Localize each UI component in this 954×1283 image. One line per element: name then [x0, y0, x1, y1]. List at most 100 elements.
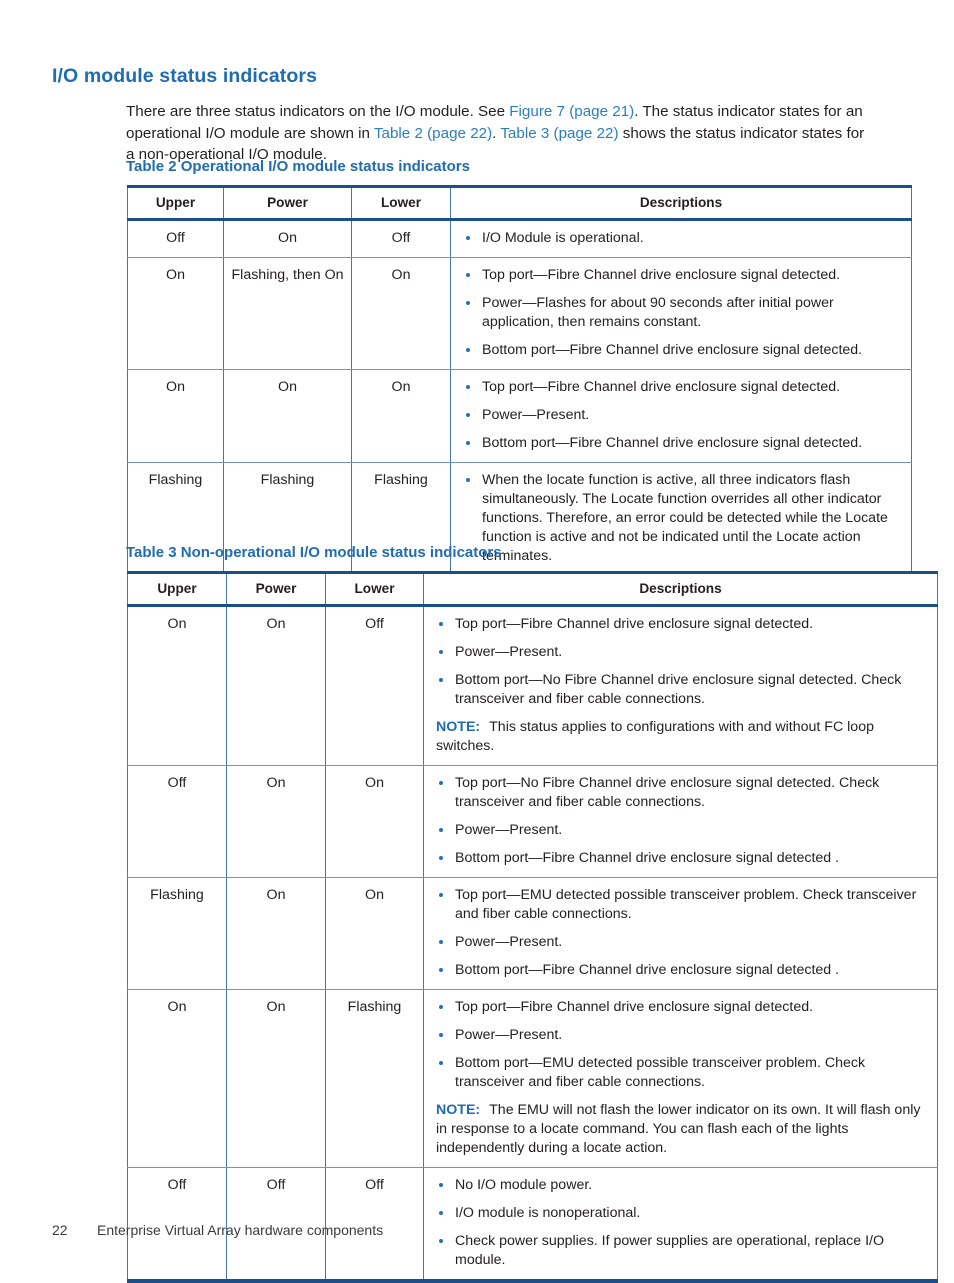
cell-descriptions: Top port—No Fibre Channel drive enclosur… — [423, 765, 938, 878]
cell-power: On — [226, 605, 326, 766]
cell-upper: On — [127, 989, 227, 1168]
column-header-upper: Upper — [127, 185, 224, 221]
cell-descriptions: When the locate function is active, all … — [450, 462, 912, 579]
cell-descriptions: No I/O module power. I/O module is nonope… — [423, 1167, 938, 1283]
table-row: On Flashing, then On On Top port—Fibre Chan… — [127, 257, 912, 370]
cell-lower: On — [351, 257, 451, 370]
description-bullet: No I/O module power. — [436, 1176, 928, 1195]
cell-lower: On — [325, 765, 424, 878]
description-bullet: Bottom port—Fibre Channel drive enclosur… — [436, 849, 928, 868]
document-page: I/O module status indicators There are t… — [0, 0, 954, 1283]
cell-descriptions: Top port—Fibre Channel drive enclosure s… — [450, 369, 912, 463]
description-bullet: Top port—Fibre Channel drive enclosure s… — [436, 615, 928, 634]
cross-reference-figure-7[interactable]: Figure 7 (page 21) — [509, 103, 634, 120]
cell-lower: Off — [351, 219, 451, 258]
description-bullet: Power—Present. — [436, 821, 928, 840]
cell-power: On — [226, 877, 326, 990]
cell-power: On — [226, 989, 326, 1168]
description-bullet: Top port—No Fibre Channel drive enclosur… — [436, 774, 928, 812]
description-bullet: I/O module is nonoperational. — [436, 1204, 928, 1223]
table-row: Off On Off I/O Module is operational. — [127, 219, 912, 258]
description-bullet: Bottom port—No Fibre Channel drive enclo… — [436, 671, 928, 709]
cell-power: Flashing, then On — [223, 257, 352, 370]
cell-lower: Off — [325, 605, 424, 766]
page-footer: 22 Enterprise Virtual Array hardware comp… — [52, 1222, 383, 1238]
table-row: On On On Top port—Fibre Channel drive enclo… — [127, 369, 912, 463]
cell-power: On — [223, 219, 352, 258]
description-bullet: Bottom port—Fibre Channel drive enclosur… — [436, 961, 928, 980]
description-bullet: Top port—Fibre Channel drive enclosure s… — [436, 998, 928, 1017]
cell-descriptions: Top port—Fibre Channel drive enclosure s… — [423, 605, 938, 766]
description-bullet: Power—Present. — [436, 643, 928, 662]
table-3-head: Upper Power Lower Descriptions — [127, 571, 938, 607]
intro-text-part-1: There are three status indicators on the… — [126, 103, 510, 121]
table-2-header-row: Upper Power Lower Descriptions — [127, 185, 912, 221]
note-block: NOTE: The EMU will not flash the lower in… — [436, 1101, 928, 1158]
description-bullet: I/O Module is operational. — [463, 229, 902, 248]
note-label: NOTE: — [436, 1102, 481, 1118]
description-bullet: Top port—EMU detected possible transceiv… — [436, 886, 928, 924]
cell-lower: On — [351, 369, 451, 463]
cell-power: On — [226, 765, 326, 878]
description-bullet-list: No I/O module power. I/O module is nonope… — [436, 1176, 928, 1270]
note-text: The EMU will not flash the lower indicat… — [436, 1102, 921, 1156]
description-bullet: Power—Flashes for about 90 seconds after… — [463, 294, 902, 332]
cross-reference-table-2[interactable]: Table 2 (page 22) — [374, 125, 492, 142]
table-3-header-row: Upper Power Lower Descriptions — [127, 571, 938, 607]
description-bullet-list: Top port—Fibre Channel drive enclosure s… — [436, 998, 928, 1092]
description-bullet: Bottom port—Fibre Channel drive enclosur… — [463, 434, 902, 453]
table-row: Flashing On On Top port—EMU detected possib… — [127, 877, 938, 990]
description-bullet: When the locate function is active, all … — [463, 471, 902, 566]
description-bullet-list: When the locate function is active, all … — [463, 471, 902, 566]
non-operational-status-table: Upper Power Lower Descriptions On On Off To… — [127, 571, 938, 1283]
cross-reference-table-3[interactable]: Table 3 (page 22) — [500, 125, 618, 142]
description-bullet-list: I/O Module is operational. — [463, 229, 902, 248]
description-bullet: Power—Present. — [463, 406, 902, 425]
cell-upper: Off — [127, 765, 227, 878]
page-title: I/O module status indicators — [52, 65, 318, 88]
description-bullet: Power—Present. — [436, 933, 928, 952]
cell-lower: Flashing — [325, 989, 424, 1168]
column-header-lower: Lower — [351, 185, 451, 221]
description-bullet: Power—Present. — [436, 1026, 928, 1045]
column-header-power: Power — [226, 571, 326, 607]
cell-lower: On — [325, 877, 424, 990]
description-bullet: Check power supplies. If power supplies … — [436, 1232, 928, 1270]
description-bullet: Bottom port—EMU detected possible transc… — [436, 1054, 928, 1092]
cell-upper: Off — [127, 219, 224, 258]
table-2-caption: Table 2 Operational I/O module status in… — [126, 158, 470, 175]
description-bullet: Top port—Fibre Channel drive enclosure s… — [463, 266, 902, 285]
table-row: Off On On Top port—No Fibre Channel drive e… — [127, 765, 938, 878]
column-header-descriptions: Descriptions — [450, 185, 912, 221]
footer-chapter-title: Enterprise Virtual Array hardware compon… — [97, 1222, 384, 1238]
description-bullet: Top port—Fibre Channel drive enclosure s… — [463, 378, 902, 397]
cell-descriptions: Top port—Fibre Channel drive enclosure s… — [423, 989, 938, 1168]
description-bullet-list: Top port—Fibre Channel drive enclosure s… — [463, 378, 902, 453]
table-3-body: On On Off Top port—Fibre Channel drive encl… — [127, 605, 938, 1283]
table-row: On On Off Top port—Fibre Channel drive encl… — [127, 605, 938, 766]
table-3-caption: Table 3 Non-operational I/O module statu… — [126, 544, 502, 561]
description-bullet-list: Top port—Fibre Channel drive enclosure s… — [463, 266, 902, 360]
cell-upper: Flashing — [127, 877, 227, 990]
description-bullet-list: Top port—No Fibre Channel drive enclosur… — [436, 774, 928, 868]
cell-descriptions: Top port—Fibre Channel drive enclosure s… — [450, 257, 912, 370]
intro-paragraph: There are three status indicators on the… — [126, 101, 866, 166]
column-header-power: Power — [223, 185, 352, 221]
column-header-lower: Lower — [325, 571, 424, 607]
table-row: On On Flashing Top port—Fibre Channel drive… — [127, 989, 938, 1168]
description-bullet: Bottom port—Fibre Channel drive enclosur… — [463, 341, 902, 360]
cell-descriptions: I/O Module is operational. — [450, 219, 912, 258]
cell-descriptions: Top port—EMU detected possible transceiv… — [423, 877, 938, 990]
operational-status-table: Upper Power Lower Descriptions Off On Off I… — [127, 185, 912, 579]
table-2-body: Off On Off I/O Module is operational. On Flas… — [127, 219, 912, 579]
column-header-upper: Upper — [127, 571, 227, 607]
footer-page-number: 22 — [52, 1222, 68, 1238]
description-bullet-list: Top port—EMU detected possible transceiv… — [436, 886, 928, 980]
column-header-descriptions: Descriptions — [423, 571, 938, 607]
cell-power: On — [223, 369, 352, 463]
cell-upper: On — [127, 369, 224, 463]
table-2-head: Upper Power Lower Descriptions — [127, 185, 912, 221]
cell-upper: On — [127, 257, 224, 370]
note-label: NOTE: — [436, 719, 481, 735]
note-text: This status applies to configurations wi… — [436, 719, 874, 754]
